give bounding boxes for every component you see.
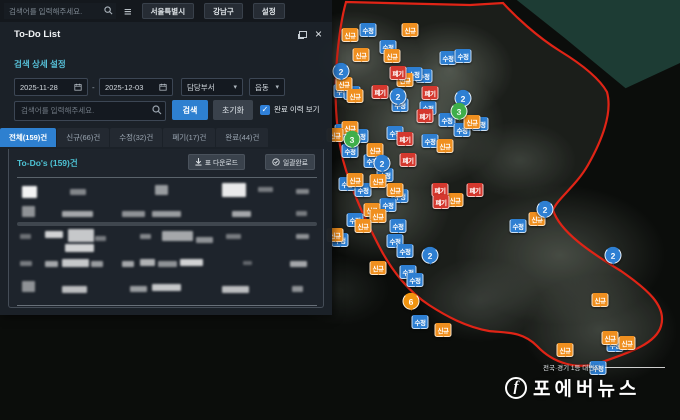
map-marker-폐기[interactable]: 폐기 [417, 109, 434, 123]
redacted-cell [65, 244, 94, 252]
cluster-pin-2[interactable]: 2 [390, 88, 407, 105]
map-marker-폐기[interactable]: 폐기 [422, 86, 439, 100]
map-marker-신규[interactable]: 신규 [370, 261, 387, 275]
map-marker-수정[interactable]: 수정 [590, 361, 607, 375]
redacted-cell [22, 281, 35, 292]
map-marker-신규[interactable]: 신규 [437, 139, 454, 153]
top-toolbar: ≡ 서울특별시 강남구 설정 [0, 0, 332, 22]
redacted-cell [140, 259, 155, 266]
redacted-cell [140, 234, 151, 239]
map-marker-수정[interactable]: 수정 [390, 219, 407, 233]
redacted-cell [122, 261, 134, 267]
redacted-cell [152, 284, 181, 291]
map-marker-신규[interactable]: 신규 [464, 115, 481, 129]
redacted-cell [45, 261, 58, 267]
map-marker-수정[interactable]: 수정 [510, 219, 527, 233]
redacted-cell [158, 261, 177, 267]
map-marker-신규[interactable]: 신규 [387, 183, 404, 197]
map-marker-폐기[interactable]: 폐기 [433, 195, 450, 209]
redacted-cell [292, 286, 303, 292]
map-marker-신규[interactable]: 신규 [347, 173, 364, 187]
cluster-pin-2[interactable]: 2 [605, 247, 622, 264]
redacted-cell [20, 261, 32, 266]
redacted-cell [222, 183, 246, 197]
map-marker-신규[interactable]: 신규 [347, 89, 364, 103]
map-marker-신규[interactable]: 신규 [355, 219, 372, 233]
redacted-cell [70, 189, 86, 195]
redacted-cell [296, 189, 309, 194]
city-select-button[interactable]: 서울특별시 [142, 3, 195, 19]
map-marker-폐기[interactable]: 폐기 [467, 183, 484, 197]
map-marker-폐기[interactable]: 폐기 [390, 66, 407, 80]
app-window: 수정수정수정수정수정수정수정수정수정수정수정수정수정수정수정수정수정수정수정수정… [0, 0, 680, 420]
map-marker-수정[interactable]: 수정 [455, 49, 472, 63]
cluster-pin-2[interactable]: 2 [374, 155, 391, 172]
redacted-cell [62, 211, 93, 217]
map-marker-신규[interactable]: 신규 [435, 323, 452, 337]
redacted-cell [45, 231, 63, 238]
hamburger-menu-icon[interactable]: ≡ [124, 5, 132, 18]
cluster-pin-2[interactable]: 2 [333, 63, 350, 80]
redacted-cell [290, 261, 307, 267]
redacted-cell [296, 211, 307, 216]
district-select-button[interactable]: 강남구 [204, 3, 243, 19]
redacted-cell [196, 237, 213, 243]
redacted-cell [68, 229, 94, 242]
map-marker-수정[interactable]: 수정 [407, 273, 424, 287]
redacted-cell [296, 234, 309, 239]
redacted-cell [22, 206, 35, 217]
redacted-rows-layer [0, 22, 332, 315]
redacted-cell [243, 261, 252, 265]
redacted-cell [62, 259, 89, 267]
redacted-cell [232, 211, 251, 217]
redacted-cell [91, 261, 103, 267]
redacted-cell [180, 259, 203, 266]
redacted-cell [152, 211, 181, 217]
map-marker-신규[interactable]: 신규 [557, 343, 574, 357]
map-marker-신규[interactable]: 신규 [619, 336, 636, 350]
cluster-pin-2[interactable]: 2 [422, 247, 439, 264]
map-marker-신규[interactable]: 신규 [353, 48, 370, 62]
map-marker-수정[interactable]: 수정 [412, 315, 429, 329]
redacted-cell [155, 185, 168, 195]
redacted-cell [95, 236, 106, 241]
global-search[interactable] [4, 3, 116, 19]
redacted-cell [226, 234, 241, 239]
map-marker-수정[interactable]: 수정 [360, 23, 377, 37]
global-search-input[interactable] [4, 3, 116, 19]
redacted-cell [162, 231, 193, 241]
search-icon[interactable] [104, 6, 113, 15]
map-marker-폐기[interactable]: 폐기 [400, 153, 417, 167]
map-marker-신규[interactable]: 신규 [370, 209, 387, 223]
redacted-cell [20, 234, 31, 239]
cluster-pin-3[interactable]: 3 [451, 103, 468, 120]
map-marker-수정[interactable]: 수정 [397, 244, 414, 258]
cluster-pin-6[interactable]: 6 [403, 293, 420, 310]
map-marker-신규[interactable]: 신규 [342, 28, 359, 42]
redacted-cell [130, 286, 147, 292]
redacted-cell [222, 286, 249, 293]
map-marker-폐기[interactable]: 폐기 [397, 132, 414, 146]
redacted-cell [62, 286, 87, 293]
redacted-cell [122, 211, 145, 217]
redacted-cell [22, 186, 37, 198]
redacted-cell [258, 187, 273, 192]
map-marker-신규[interactable]: 신규 [384, 49, 401, 63]
cluster-pin-3[interactable]: 3 [344, 131, 361, 148]
todo-list-panel: To-Do List × 검색 상세 설정 2025-11-28 - 2025-… [0, 22, 332, 315]
map-marker-신규[interactable]: 신규 [402, 23, 419, 37]
map-marker-신규[interactable]: 신규 [602, 331, 619, 345]
map-marker-폐기[interactable]: 폐기 [372, 85, 389, 99]
map-marker-신규[interactable]: 신규 [592, 293, 609, 307]
settings-button[interactable]: 설정 [253, 3, 285, 19]
cluster-pin-2[interactable]: 2 [537, 201, 554, 218]
